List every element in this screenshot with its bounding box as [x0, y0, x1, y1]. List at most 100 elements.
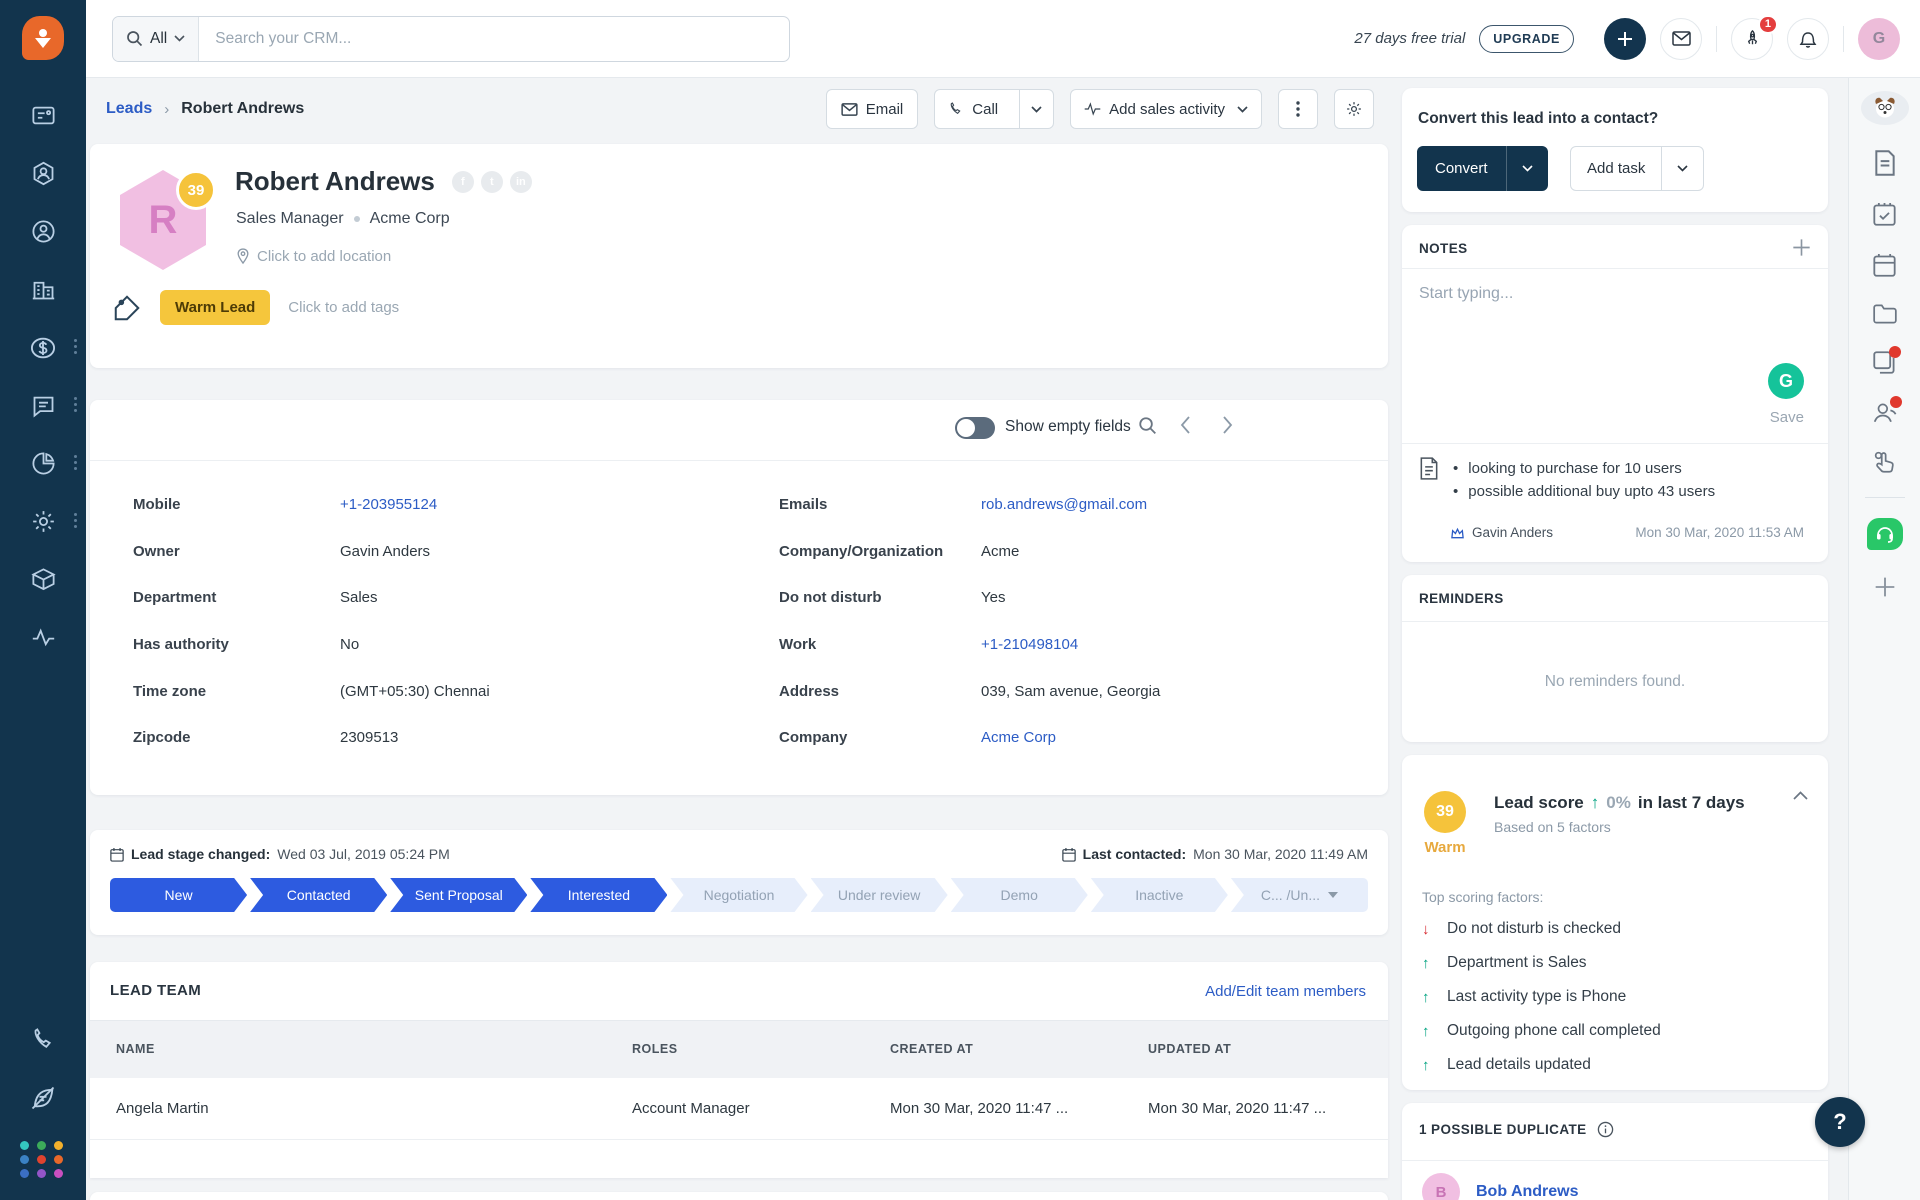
quick-add-button[interactable] [1604, 17, 1646, 60]
note-input[interactable]: Start typing... [1419, 285, 1513, 303]
calendar-icon [1061, 847, 1076, 862]
app-switcher-icon[interactable] [20, 1141, 66, 1178]
lead-score-title: Lead score ↑ 0% in last 7 days [1494, 793, 1745, 812]
upgrade-button[interactable]: UPGRADE [1479, 24, 1574, 53]
sidebar-item-accounts[interactable] [0, 276, 86, 303]
field-search-icon[interactable] [1138, 416, 1157, 435]
up-arrow-icon: ↑ [1422, 988, 1430, 1006]
settings-kebab-icon[interactable] [74, 513, 77, 528]
column-name: NAME [116, 1042, 155, 1056]
rail-support-icon[interactable] [1866, 518, 1903, 550]
duplicate-lead-row[interactable]: B Bob Andrews [1422, 1173, 1579, 1200]
lead-tag-warm-lead[interactable]: Warm Lead [160, 290, 271, 325]
search-scope-dropdown[interactable]: All [113, 16, 200, 61]
up-arrow-icon: ↑ [1422, 1056, 1430, 1074]
facebook-icon[interactable]: f [451, 170, 474, 193]
stage-contacted[interactable]: Contacted [250, 878, 387, 912]
stage-dropdown-caret-icon[interactable] [1327, 892, 1338, 898]
user-avatar[interactable]: G [1858, 17, 1900, 60]
rail-tasks-icon[interactable] [1872, 201, 1897, 227]
prev-record-button[interactable] [1180, 416, 1191, 434]
freshworks-logo-icon[interactable] [22, 16, 64, 60]
email-button[interactable]: Email [825, 89, 919, 129]
rail-recordings-icon[interactable] [1872, 346, 1901, 375]
add-location-field[interactable]: Click to add location [236, 248, 391, 265]
sidebar-item-activities[interactable] [0, 624, 86, 651]
duplicate-name-link[interactable]: Bob Andrews [1476, 1183, 1579, 1200]
sidebar-item-freddy[interactable] [0, 1084, 86, 1111]
call-dropdown[interactable] [1019, 90, 1053, 128]
breadcrumb-leads-link[interactable]: Leads [106, 100, 152, 118]
add-note-button[interactable] [1791, 237, 1812, 258]
notes-title: NOTES [1419, 241, 1468, 256]
sidebar-item-settings[interactable] [0, 508, 86, 535]
add-sales-activity-button[interactable]: Add sales activity [1070, 89, 1262, 129]
conversations-kebab-icon[interactable] [74, 397, 77, 412]
rail-add-icon[interactable] [1873, 575, 1897, 599]
notifications-button[interactable] [1787, 17, 1829, 60]
next-record-button[interactable] [1222, 416, 1233, 434]
call-button[interactable]: Call [934, 89, 1055, 129]
add-tags-field[interactable]: Click to add tags [288, 299, 399, 316]
linkedin-icon[interactable]: in [509, 170, 532, 193]
sidebar-item-products[interactable] [0, 566, 86, 593]
last-contacted: Last contacted: Mon 30 Mar, 2020 11:49 A… [1061, 846, 1368, 862]
lead-stage-card: Lead stage changed: Wed 03 Jul, 2019 05:… [90, 830, 1388, 935]
rail-gestures-icon[interactable] [1872, 449, 1898, 475]
column-created-at: CREATED AT [890, 1042, 974, 1056]
note-list-item[interactable]: • looking to purchase for 10 users • possi… [1419, 457, 1715, 503]
rail-files-icon[interactable] [1872, 303, 1898, 325]
plus-icon [1618, 31, 1632, 46]
search-input[interactable] [199, 29, 789, 48]
add-task-button[interactable]: Add task [1570, 146, 1705, 191]
collapse-chevron-icon[interactable] [1793, 791, 1808, 800]
deals-kebab-icon[interactable] [74, 339, 77, 354]
freddy-dog-avatar[interactable] [1860, 91, 1909, 125]
stage-new[interactable]: New [110, 878, 247, 912]
save-note-button[interactable]: Save [1770, 409, 1804, 426]
column-roles: ROLES [632, 1042, 678, 1056]
scoring-factor: ↓ Do not disturb is checked [1422, 920, 1622, 938]
more-actions-button[interactable] [1278, 89, 1318, 129]
sidebar-item-leads[interactable] [0, 160, 86, 187]
email-inbox-button[interactable] [1660, 17, 1702, 60]
table-row[interactable]: Angela Martin Account Manager Mon 30 Mar… [90, 1078, 1388, 1140]
page-settings-button[interactable] [1334, 89, 1374, 129]
envelope-icon [841, 102, 858, 116]
sidebar-item-dashboard[interactable] [0, 102, 86, 129]
convert-lead-card: Convert this lead into a contact? Conver… [1402, 88, 1828, 212]
stage-negotiation[interactable]: Negotiation [670, 878, 807, 912]
rail-notes-icon[interactable] [1873, 150, 1897, 176]
sidebar-item-phone[interactable] [0, 1026, 86, 1053]
whats-new-button[interactable]: 1 [1731, 14, 1778, 60]
rail-attendees-icon[interactable] [1872, 396, 1902, 424]
trial-text: 27 days free trial [1354, 30, 1466, 47]
rail-calendar-icon[interactable] [1872, 252, 1897, 278]
add-task-dropdown[interactable] [1661, 147, 1703, 190]
show-empty-fields-toggle[interactable] [955, 417, 995, 439]
add-edit-team-members-link[interactable]: Add/Edit team members [1205, 983, 1366, 1000]
divider [1402, 268, 1828, 269]
stage-interested[interactable]: Interested [530, 878, 667, 912]
grammarly-icon[interactable]: G [1768, 363, 1804, 399]
sidebar-item-reports[interactable] [0, 450, 86, 477]
down-arrow-icon: ↓ [1422, 920, 1430, 938]
stage-under-review[interactable]: Under review [811, 878, 948, 912]
lead-profile-card: R 39 Robert Andrews f t in Sales Manager… [90, 144, 1388, 368]
sidebar-item-conversations[interactable] [0, 392, 86, 419]
info-icon [1597, 1121, 1613, 1138]
twitter-icon[interactable]: t [480, 170, 503, 193]
scoring-factor: ↑ Last activity type is Phone [1422, 988, 1627, 1006]
sidebar-item-deals[interactable] [0, 334, 86, 361]
stage-inactive[interactable]: Inactive [1091, 878, 1228, 912]
help-button[interactable]: ? [1815, 1097, 1865, 1147]
stage-sent-proposal[interactable]: Sent Proposal [390, 878, 527, 912]
convert-button[interactable]: Convert [1417, 146, 1548, 191]
stage-closed-unqualified[interactable]: C... /Un... [1230, 878, 1368, 912]
reports-kebab-icon[interactable] [74, 455, 77, 470]
convert-dropdown[interactable] [1505, 146, 1548, 191]
cell-name[interactable]: Angela Martin [116, 1100, 209, 1117]
sidebar-item-contacts[interactable] [0, 218, 86, 245]
stage-demo[interactable]: Demo [951, 878, 1088, 912]
reminders-empty-text: No reminders found. [1544, 673, 1686, 690]
